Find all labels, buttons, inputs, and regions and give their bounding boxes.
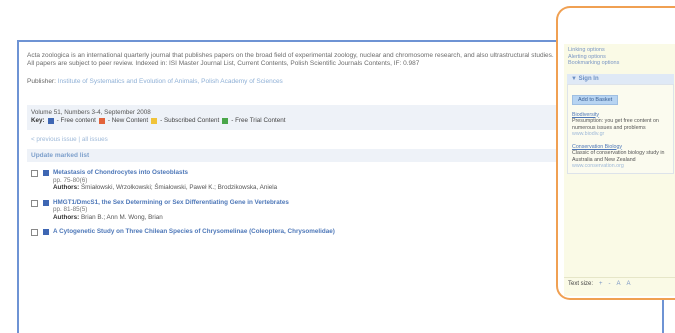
publisher-link[interactable]: Institute of Systematics and Evolution o… bbox=[58, 78, 283, 85]
authors-label: Authors: bbox=[53, 184, 80, 191]
article-item: A Cytogenetic Study on Three Chilean Spe… bbox=[27, 228, 557, 236]
free-trial-swatch bbox=[222, 118, 229, 124]
text-size-medium-button[interactable]: A bbox=[617, 281, 621, 287]
article-authors: Authors: Brian B.; Ann M. Wong, Brian bbox=[53, 214, 289, 222]
free-content-icon bbox=[43, 199, 49, 206]
authors-label: Authors: bbox=[53, 213, 80, 221]
journal-content: Acta zoologica is an international quart… bbox=[27, 52, 557, 236]
text-size-increase-button[interactable]: + bbox=[599, 281, 603, 287]
key-trial-label: - Free Trial Content bbox=[231, 117, 286, 124]
promo-text: Presumption: you get free content on num… bbox=[572, 118, 659, 131]
sidebar: Linking options Alerting options Bookmar… bbox=[564, 44, 675, 296]
article-title-link[interactable]: Metastasis of Chondrocytes into Osteobla… bbox=[53, 169, 277, 177]
promo-block: Biodiversity Presumption: you get free c… bbox=[572, 112, 669, 138]
new-content-swatch bbox=[98, 118, 105, 124]
article-checkbox[interactable] bbox=[31, 170, 38, 177]
free-content-swatch bbox=[47, 118, 54, 124]
article-item: HMGT1/DmcS1, the Sex Determining or Sex … bbox=[27, 199, 557, 222]
free-content-icon bbox=[43, 170, 49, 176]
authors-list: Śmiałowski, Wrzołkowski; Śmiałowski, Paw… bbox=[80, 184, 278, 191]
issue-info: Volume 51, Numbers 3-4, September 2008 K… bbox=[27, 105, 557, 130]
text-size-control: Text size: + - A A bbox=[564, 277, 675, 290]
article-title-link[interactable]: HMGT1/DmcS1, the Sex Determining or Sex … bbox=[53, 199, 289, 207]
article-pages: pp. 81-85(5) bbox=[53, 206, 88, 213]
promo-url-link[interactable]: www.conservation.org bbox=[572, 163, 669, 170]
article-pages: pp. 75-80(6) bbox=[53, 176, 88, 184]
content-key: Key: - Free content - New Content - Subs… bbox=[31, 117, 553, 125]
text-size-decrease-button[interactable]: - bbox=[609, 281, 611, 287]
free-content-icon bbox=[43, 229, 49, 235]
promo-block: Conservation Biology Classic of conserva… bbox=[572, 144, 669, 170]
text-size-large-button[interactable]: A bbox=[627, 281, 631, 287]
issue-navigation: < previous issue | all issues bbox=[31, 136, 108, 143]
key-label: Key: bbox=[31, 117, 45, 124]
all-issues-link[interactable]: all issues bbox=[82, 136, 108, 143]
article-title-link[interactable]: A Cytogenetic Study on Three Chilean Spe… bbox=[53, 228, 335, 236]
sign-in-toggle[interactable]: ▼ Sign In bbox=[567, 73, 674, 84]
article-checkbox[interactable] bbox=[31, 199, 38, 207]
subscribed-content-swatch bbox=[151, 118, 158, 124]
promo-url-link[interactable]: www.biodiv.gr bbox=[572, 131, 669, 138]
text-size-label: Text size: bbox=[568, 281, 594, 287]
authors-list: Brian B.; Ann M. Wong, Brian bbox=[80, 213, 163, 221]
journal-description: Acta zoologica is an international quart… bbox=[27, 52, 554, 67]
promo-text: Classic of conservation biology study in… bbox=[572, 150, 665, 163]
sidebar-panel: Add to Basket Biodiversity Presumption: … bbox=[567, 83, 674, 174]
previous-issue-link[interactable]: < previous issue bbox=[31, 136, 77, 143]
key-free-label: - Free content bbox=[56, 117, 96, 124]
publisher-line: Publisher: Institute of Systematics and … bbox=[27, 78, 557, 85]
update-marked-list-button[interactable]: Update marked list bbox=[27, 149, 557, 162]
publisher-label: Publisher: bbox=[27, 78, 56, 85]
sidebar-links: Linking options Alerting options Bookmar… bbox=[564, 44, 675, 70]
article-authors: Authors: Śmiałowski, Wrzołkowski; Śmiało… bbox=[53, 184, 277, 192]
sidebar-frame: Linking options Alerting options Bookmar… bbox=[556, 6, 675, 300]
key-new-label: - New Content bbox=[107, 117, 149, 124]
issue-volume: Volume 51, Numbers 3-4, September 2008 bbox=[31, 109, 151, 116]
article-item: Metastasis of Chondrocytes into Osteobla… bbox=[27, 169, 557, 192]
add-to-basket-button[interactable]: Add to Basket bbox=[572, 94, 619, 105]
key-subscribed-label: - Subscribed Content bbox=[160, 117, 220, 124]
bookmarking-options-link[interactable]: Bookmarking options bbox=[568, 60, 673, 67]
article-checkbox[interactable] bbox=[31, 229, 38, 236]
